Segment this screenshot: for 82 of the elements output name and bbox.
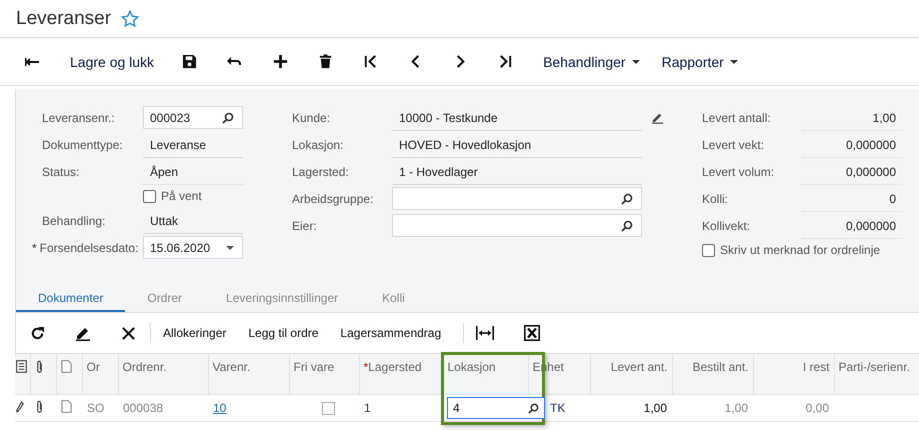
column-header[interactable]: Or xyxy=(86,360,100,375)
date-field[interactable]: 15.06.2020 xyxy=(143,236,243,259)
fit-width-icon[interactable] xyxy=(476,326,494,340)
table-cell: 000038 xyxy=(123,401,164,415)
excel-icon[interactable] xyxy=(524,325,540,341)
field-label: Behandling: xyxy=(42,214,106,228)
field-label: Levert vekt: xyxy=(702,138,766,152)
caret-icon[interactable] xyxy=(730,60,738,64)
refresh-icon[interactable] xyxy=(30,326,45,340)
menu-button[interactable]: Rapporter xyxy=(662,54,738,70)
field-label: Levert antall: xyxy=(702,110,772,124)
tab[interactable]: Kolli xyxy=(360,286,427,312)
field-value: 0 xyxy=(802,186,902,212)
caret-icon[interactable] xyxy=(632,60,640,64)
checkbox[interactable] xyxy=(322,402,335,416)
menu-button[interactable]: Behandlinger xyxy=(543,54,640,70)
field-label: Kollivekt: xyxy=(702,218,752,232)
paperclip-icon[interactable] xyxy=(34,360,44,374)
table-cell: 1 xyxy=(364,401,371,415)
tab[interactable]: Leveringsinnstillinger xyxy=(204,286,360,312)
field-value: Uttak xyxy=(143,208,243,234)
document-icon[interactable] xyxy=(60,360,72,373)
table-cell: 1,00 xyxy=(724,401,748,415)
field-label: Status: xyxy=(42,164,80,178)
column-header[interactable]: Varenr. xyxy=(212,360,250,375)
table-cell: TK xyxy=(550,401,566,415)
last-icon[interactable] xyxy=(498,54,514,69)
field-value: Leveranse xyxy=(143,132,243,158)
search-icon[interactable] xyxy=(621,220,633,232)
document-icon[interactable] xyxy=(61,400,72,413)
column-header[interactable]: Ordrenr. xyxy=(122,360,167,375)
lookup-field[interactable] xyxy=(392,187,642,210)
close-icon[interactable] xyxy=(121,326,136,340)
field-value: 1,00 xyxy=(802,104,902,130)
field-label: Eier: xyxy=(292,218,318,232)
star-icon[interactable] xyxy=(121,10,140,28)
page-title: Leveranser xyxy=(16,8,112,30)
field-value: 1 - Hovedlager xyxy=(392,158,642,184)
lookup-field[interactable]: 000023 xyxy=(143,106,243,129)
field-value: HOVED - Hovedlokasjon xyxy=(392,132,642,158)
save-icon[interactable] xyxy=(182,54,198,69)
table-cell: SO xyxy=(87,401,104,415)
field-label: Kunde: xyxy=(292,110,332,124)
grid-button[interactable]: Legg til ordre xyxy=(248,326,318,340)
field-value: 0,000000 xyxy=(802,212,902,238)
pencil-icon[interactable] xyxy=(16,400,24,412)
caret-icon[interactable] xyxy=(226,246,234,250)
notes-icon[interactable] xyxy=(16,360,27,373)
trash-icon[interactable] xyxy=(318,54,334,69)
field-label: Levert volum: xyxy=(702,164,776,178)
field-label: * Forsendelsesdato: xyxy=(32,240,140,254)
grid-button[interactable]: Lagersammendrag xyxy=(340,326,442,340)
field-label: Dokumenttype: xyxy=(42,138,124,152)
paperclip-icon[interactable] xyxy=(35,400,44,414)
tab[interactable]: Dokumenter xyxy=(16,286,126,312)
first-icon[interactable] xyxy=(363,54,378,69)
grid-button[interactable]: Allokeringer xyxy=(163,326,226,340)
field-label: Arbeidsgruppe: xyxy=(292,192,374,206)
field-label: Lokasjon: xyxy=(292,138,344,152)
field-value: 0,000000 xyxy=(802,158,902,184)
checkbox[interactable]: Skriv ut merknad for ordrelinje xyxy=(702,243,897,257)
table-cell: 0,00 xyxy=(806,401,829,415)
column-header[interactable]: I rest xyxy=(802,360,830,375)
pencil-icon[interactable] xyxy=(650,111,664,124)
field-value: Åpen xyxy=(143,158,243,184)
tab[interactable]: Ordrer xyxy=(125,286,204,312)
field-label: Kolli: xyxy=(702,192,730,206)
field-label: Lagersted: xyxy=(292,164,350,178)
search-icon[interactable] xyxy=(222,112,234,124)
pencil-icon[interactable] xyxy=(75,325,91,341)
field-label: Leveransenr.: xyxy=(42,110,116,124)
item-link[interactable]: 10 xyxy=(213,401,226,415)
save-close-button[interactable]: Lagre og lukk xyxy=(70,54,154,70)
table-cell: 1,00 xyxy=(644,401,667,415)
field-value: 0,000000 xyxy=(802,132,902,158)
checkbox[interactable]: På vent xyxy=(143,189,272,203)
search-icon[interactable] xyxy=(621,192,633,204)
lookup-field[interactable] xyxy=(392,214,642,237)
search-icon[interactable] xyxy=(528,402,539,414)
field-value: 10000 - Testkunde xyxy=(392,104,642,130)
plus-icon[interactable] xyxy=(273,54,288,69)
lookup-field[interactable]: 4 xyxy=(447,397,545,419)
